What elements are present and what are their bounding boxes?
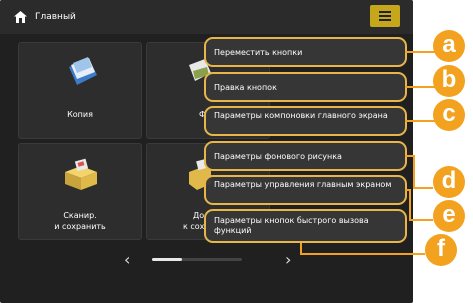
menu-home-screen-management[interactable]: Параметры управления главным экраном <box>204 175 407 205</box>
scan-and-store-icon <box>65 158 97 190</box>
prev-page-button[interactable]: ‹ <box>124 252 130 268</box>
hamburger-menu-button[interactable] <box>370 5 400 27</box>
callout-line-f <box>300 253 425 255</box>
tile-copy[interactable]: Копия <box>18 42 142 139</box>
callout-line-b <box>405 86 435 88</box>
badge-b: b <box>433 65 465 97</box>
tile-scan-and-store[interactable]: Сканир. и сохранить <box>18 143 142 240</box>
menu-background-settings[interactable]: Параметры фонового рисунка <box>204 141 407 171</box>
hamburger-line <box>379 15 391 17</box>
badge-a: a <box>433 30 465 62</box>
page-title: Главный <box>35 12 76 22</box>
callout-line-a <box>405 51 435 53</box>
next-page-button[interactable]: › <box>285 252 291 268</box>
badge-e: e <box>433 200 465 232</box>
menu-move-buttons-label: Переместить кнопки <box>214 48 303 57</box>
callout-line-e-end <box>409 219 433 221</box>
callout-line-d-vert <box>413 155 415 189</box>
status-bar: Главный <box>0 0 413 34</box>
callout-line-d-end <box>413 187 433 189</box>
menu-quick-access-buttons[interactable]: Параметры кнопок быстрого вызова функций <box>204 209 407 243</box>
callout-line-e-vert <box>409 189 411 221</box>
badge-f: f <box>425 234 457 266</box>
badge-d: d <box>433 166 465 198</box>
page-indicator <box>152 258 242 261</box>
menu-quick-access-buttons-label: Параметры кнопок быстрого вызова функций <box>214 216 369 235</box>
tile-copy-label: Копия <box>67 110 93 119</box>
tile-scan-label-line2: и сохранить <box>54 222 106 231</box>
menu-background-settings-label: Параметры фонового рисунка <box>214 152 342 161</box>
touch-panel-screen: Главный Копия Ф Сканир. и сохранить До к… <box>0 0 413 303</box>
page-indicator-fill <box>152 258 182 261</box>
menu-move-buttons[interactable]: Переместить кнопки <box>204 37 407 67</box>
menu-layout-settings[interactable]: Параметры компоновки главного экрана <box>204 106 407 136</box>
menu-edit-buttons-label: Правка кнопок <box>214 83 277 92</box>
menu-layout-settings-label: Параметры компоновки главного экрана <box>214 111 388 120</box>
hamburger-menu-icon <box>379 11 391 13</box>
hamburger-line <box>379 19 391 21</box>
copy-icon <box>69 57 97 85</box>
tile-scan-and-store-label: Сканир. <box>19 210 141 221</box>
home-icon[interactable] <box>14 11 27 23</box>
tile-scan-label-line: Сканир. <box>63 211 97 220</box>
menu-home-screen-management-label: Параметры управления главным экраном <box>214 180 392 189</box>
callout-line-c <box>405 120 435 122</box>
badge-c: c <box>433 99 465 131</box>
menu-edit-buttons[interactable]: Правка кнопок <box>204 72 407 102</box>
